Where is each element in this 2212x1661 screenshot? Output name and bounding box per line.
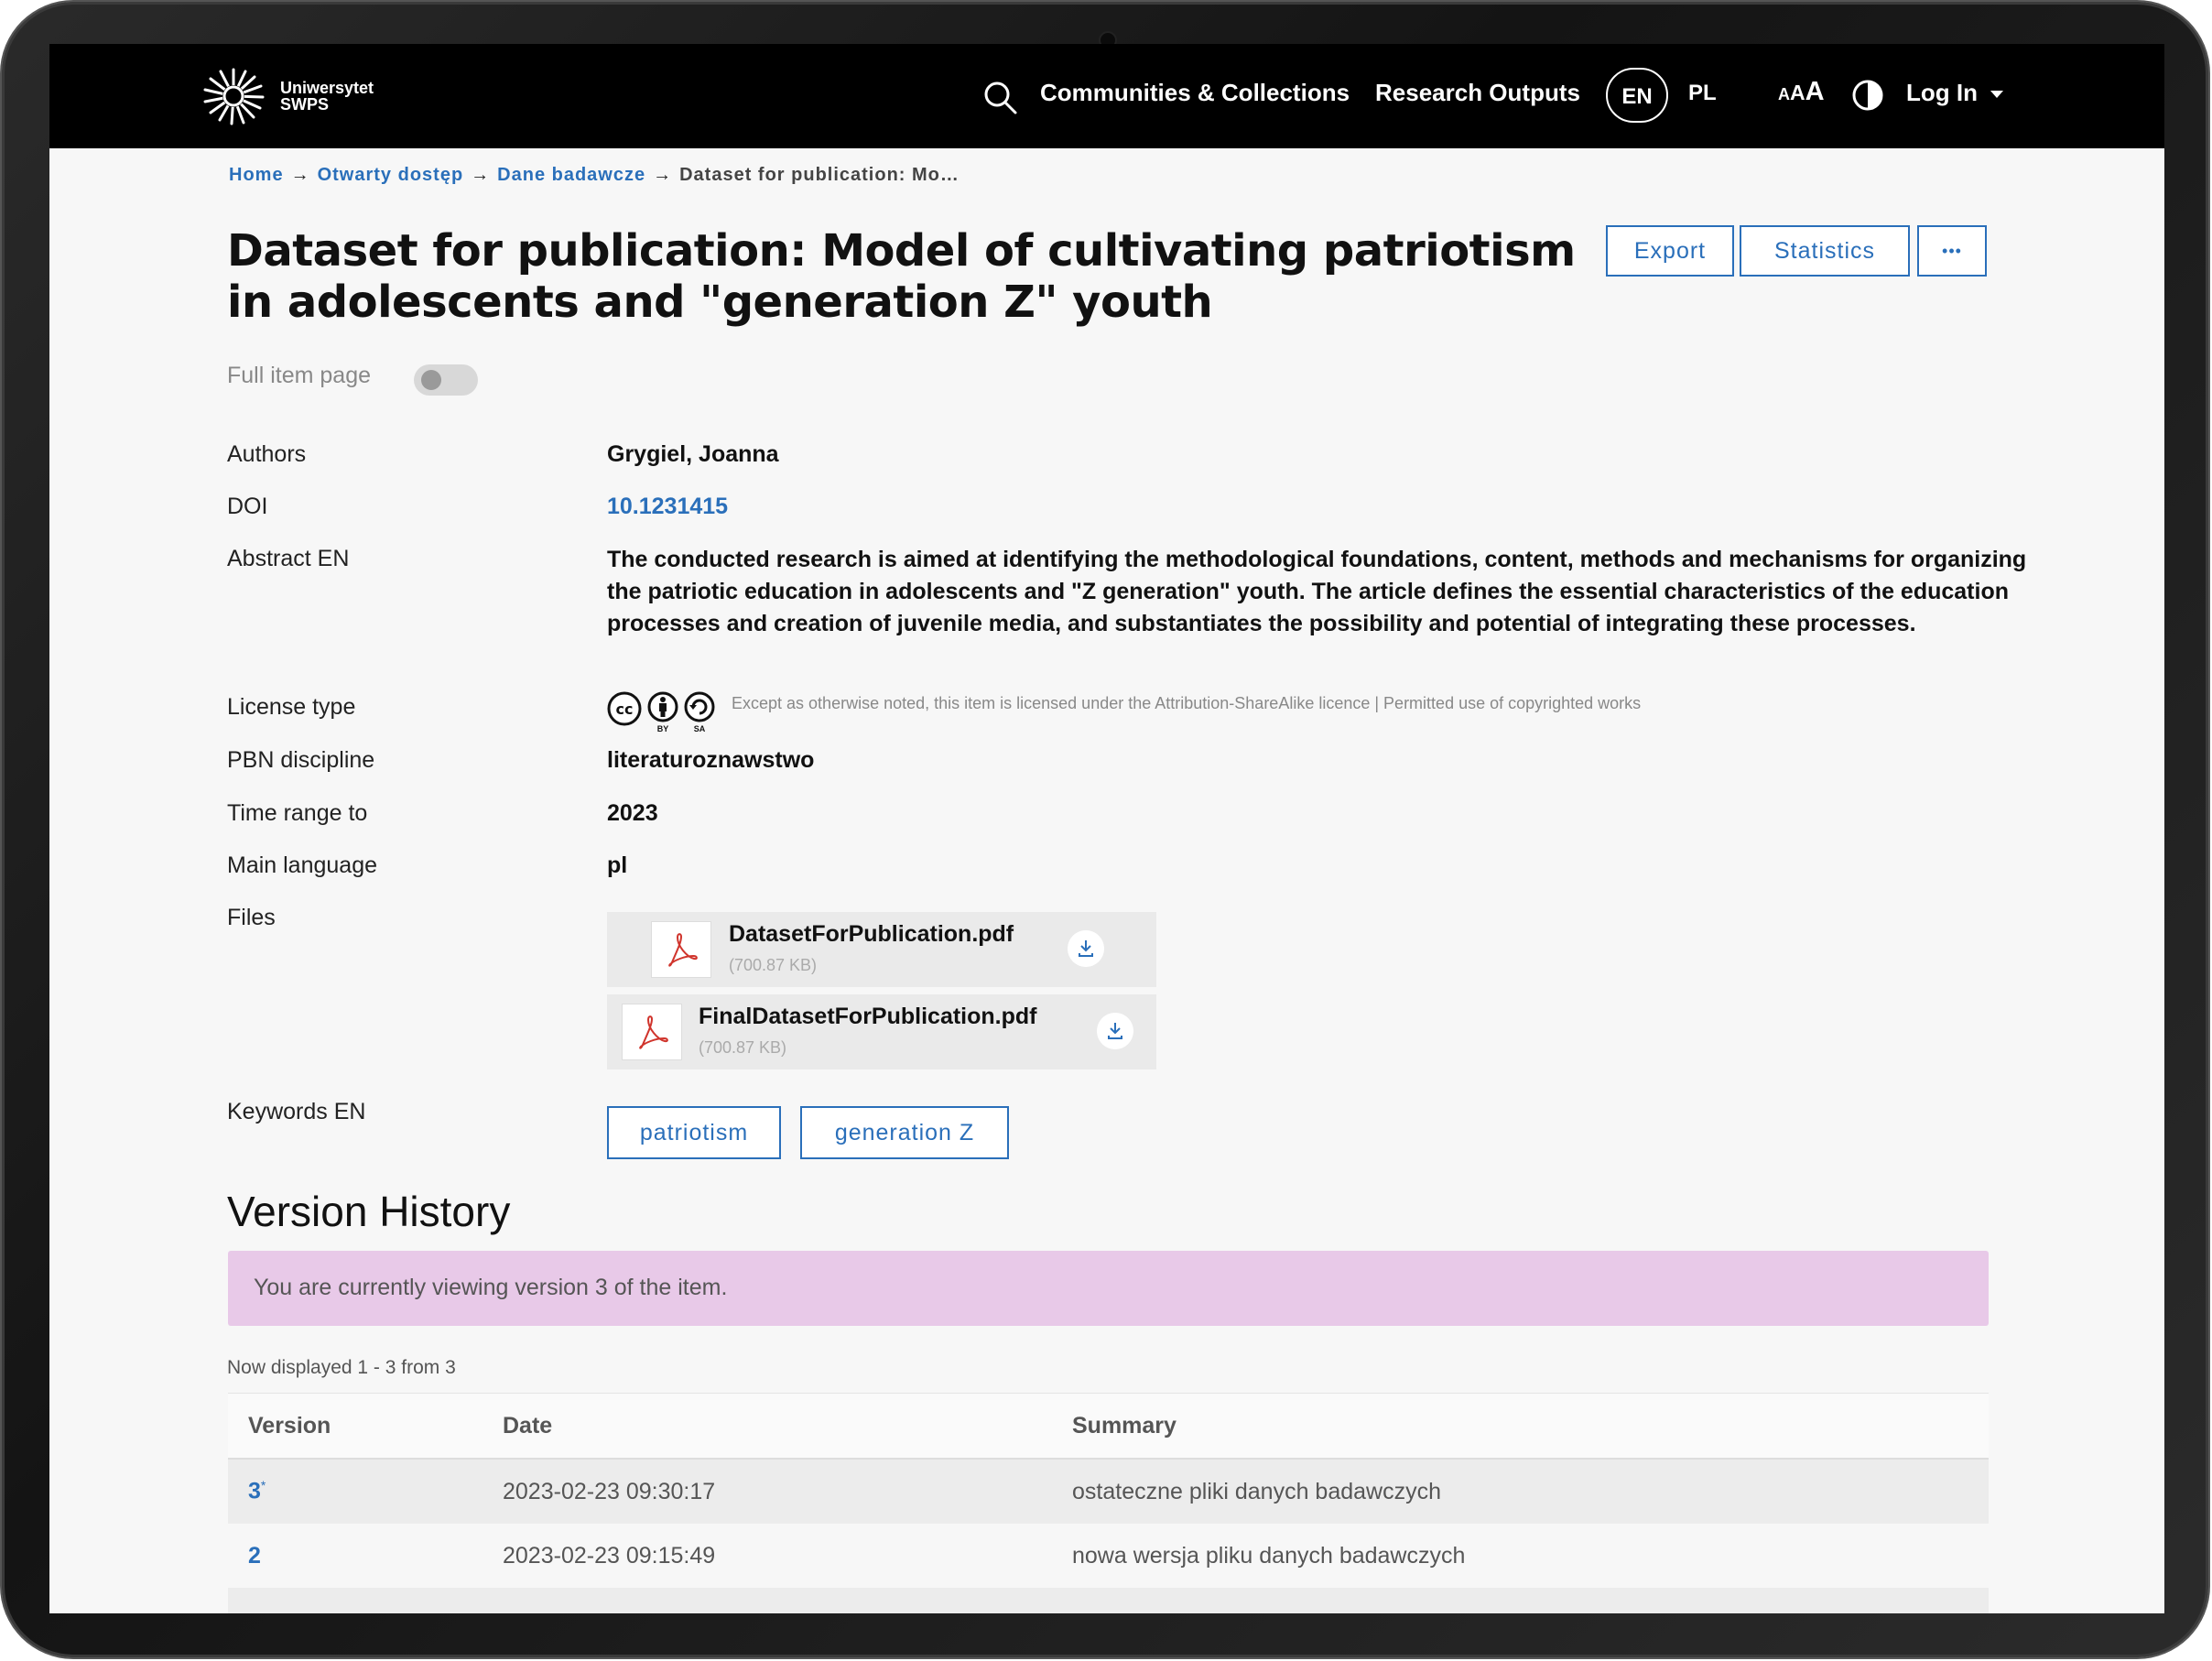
contrast-icon[interactable] bbox=[1851, 79, 1884, 112]
breadcrumb-open-access[interactable]: Otwarty dostęp bbox=[318, 165, 464, 185]
files-label: Files bbox=[227, 905, 276, 930]
pdf-file-icon bbox=[622, 1004, 682, 1060]
authors-label: Authors bbox=[227, 441, 307, 467]
current-version-marker: * bbox=[260, 1478, 266, 1493]
abstract-text: The conducted research is aimed at ident… bbox=[607, 547, 2027, 636]
university-logo[interactable]: Uniwersytet SWPS bbox=[201, 66, 374, 126]
version-history-heading: Version History bbox=[227, 1188, 511, 1235]
screen: Uniwersytet SWPS Communities & Collectio… bbox=[49, 44, 2164, 1613]
keyword-tag[interactable]: generation Z bbox=[800, 1106, 1009, 1159]
breadcrumb-home[interactable]: Home bbox=[229, 165, 284, 185]
doi-label: DOI bbox=[227, 494, 268, 519]
nav-communities-collections[interactable]: Communities & Collections bbox=[1040, 79, 1350, 107]
download-icon[interactable] bbox=[1097, 1013, 1133, 1049]
full-item-page-toggle[interactable] bbox=[414, 364, 478, 396]
main-language-value: pl bbox=[607, 852, 628, 878]
version-alert-text: You are currently viewing version 3 of t… bbox=[254, 1275, 728, 1300]
file-card[interactable]: FinalDatasetForPublication.pdf (700.87 K… bbox=[607, 994, 1156, 1069]
breadcrumb-separator: → bbox=[653, 165, 673, 185]
keyword-tag[interactable]: patriotism bbox=[607, 1106, 781, 1159]
pdf-file-icon bbox=[651, 921, 711, 978]
date-cell: 2023-02-23 09:30:17 bbox=[483, 1459, 1052, 1524]
license-text: Except as otherwise noted, this item is … bbox=[732, 694, 1642, 712]
font-size-medium[interactable]: A bbox=[1790, 81, 1805, 105]
column-header-summary[interactable]: Summary bbox=[1052, 1393, 1989, 1460]
statistics-button[interactable]: Statistics bbox=[1740, 225, 1910, 277]
authors-value: Grygiel, Joanna bbox=[607, 441, 779, 467]
logo-text: Uniwersytet SWPS bbox=[280, 80, 374, 113]
column-header-version[interactable]: Version bbox=[228, 1393, 483, 1460]
doi-link[interactable]: 10.1231415 bbox=[607, 494, 728, 519]
license-label: License type bbox=[227, 694, 356, 720]
font-size-small[interactable]: A bbox=[1778, 85, 1790, 104]
table-row bbox=[228, 1588, 1989, 1613]
date-cell: 2023-02-23 09:15:49 bbox=[483, 1524, 1052, 1588]
chevron-down-icon bbox=[1990, 91, 2003, 99]
summary-cell: ostateczne pliki danych badawczych bbox=[1052, 1459, 1989, 1524]
login-label: Log In bbox=[1906, 79, 1978, 106]
creative-commons-icon: cc bbox=[607, 691, 642, 726]
logo-mark-icon bbox=[203, 68, 265, 125]
breadcrumb-research-data[interactable]: Dane badawcze bbox=[497, 165, 645, 185]
table-row: 2 2023-02-23 09:15:49 nowa wersja pliku … bbox=[228, 1524, 1989, 1588]
share-alike-badge: SA bbox=[683, 690, 716, 740]
page-title: Dataset for publication: Model of cultiv… bbox=[227, 225, 1576, 328]
table-row: 3* 2023-02-23 09:30:17 ostateczne pliki … bbox=[228, 1459, 1989, 1524]
export-button[interactable]: Export bbox=[1606, 225, 1734, 277]
sa-label: SA bbox=[693, 724, 706, 733]
font-size-switcher[interactable]: AAA bbox=[1778, 77, 1825, 107]
breadcrumb: Home → Otwarty dostęp → Dane badawcze → Datase… bbox=[229, 165, 960, 186]
version-link[interactable]: 3 bbox=[248, 1479, 261, 1504]
logo-line-2: SWPS bbox=[280, 95, 330, 114]
date-cell bbox=[483, 1588, 1052, 1613]
table-header-row: Version Date Summary bbox=[228, 1393, 1989, 1460]
file-size: (700.87 KB) bbox=[729, 956, 818, 974]
download-icon[interactable] bbox=[1068, 930, 1104, 967]
keywords-label: Keywords EN bbox=[227, 1099, 366, 1124]
version-cell bbox=[228, 1588, 483, 1613]
license-badges[interactable]: cc BY SA bbox=[606, 690, 716, 740]
toggle-knob bbox=[421, 370, 441, 390]
pagination-summary: Now displayed 1 - 3 from 3 bbox=[227, 1357, 456, 1378]
version-cell: 2 bbox=[228, 1524, 483, 1588]
version-link[interactable]: 2 bbox=[248, 1543, 261, 1569]
device-frame: Uniwersytet SWPS Communities & Collectio… bbox=[2, 2, 2208, 1657]
version-alert: You are currently viewing version 3 of t… bbox=[228, 1251, 1989, 1326]
attribution-person-icon bbox=[647, 691, 678, 722]
version-cell: 3* bbox=[228, 1459, 483, 1524]
version-history-table: Version Date Summary 3* 2023-02-23 09:30… bbox=[228, 1393, 1989, 1613]
language-pl-button[interactable]: PL bbox=[1688, 81, 1717, 106]
more-options-button[interactable]: ••• bbox=[1917, 225, 1987, 277]
logo-line-1: Uniwersytet bbox=[280, 79, 374, 97]
file-card[interactable]: DatasetForPublication.pdf (700.87 KB) bbox=[607, 912, 1156, 987]
time-range-value: 2023 bbox=[607, 800, 658, 826]
file-name[interactable]: FinalDatasetForPublication.pdf bbox=[699, 1004, 1036, 1030]
pbn-discipline-value: literaturoznawstwo bbox=[607, 747, 815, 773]
breadcrumb-current: Dataset for publication: Mo… bbox=[679, 165, 960, 185]
nav-research-outputs[interactable]: Research Outputs bbox=[1375, 79, 1580, 107]
by-label: BY bbox=[656, 724, 669, 733]
language-en-button[interactable]: EN bbox=[1606, 68, 1668, 123]
main-language-label: Main language bbox=[227, 852, 378, 878]
abstract-label: Abstract EN bbox=[227, 546, 350, 571]
font-size-large[interactable]: A bbox=[1805, 77, 1825, 107]
column-header-date[interactable]: Date bbox=[483, 1393, 1052, 1460]
login-dropdown[interactable]: Log In bbox=[1906, 79, 2003, 107]
breadcrumb-separator: → bbox=[290, 165, 310, 185]
share-alike-icon bbox=[684, 691, 715, 722]
summary-cell bbox=[1052, 1588, 1989, 1613]
svg-text:cc: cc bbox=[616, 700, 634, 718]
pbn-discipline-label: PBN discipline bbox=[227, 747, 375, 773]
breadcrumb-separator: → bbox=[471, 165, 491, 185]
file-size: (700.87 KB) bbox=[699, 1038, 787, 1057]
file-name[interactable]: DatasetForPublication.pdf bbox=[729, 921, 1014, 948]
attribution-badge: BY bbox=[646, 690, 679, 740]
summary-cell: nowa wersja pliku danych badawczych bbox=[1052, 1524, 1989, 1588]
time-range-label: Time range to bbox=[227, 800, 368, 826]
full-item-page-label: Full item page bbox=[227, 363, 372, 388]
search-icon[interactable] bbox=[981, 79, 1018, 115]
top-navbar: Uniwersytet SWPS Communities & Collectio… bbox=[49, 44, 2164, 148]
